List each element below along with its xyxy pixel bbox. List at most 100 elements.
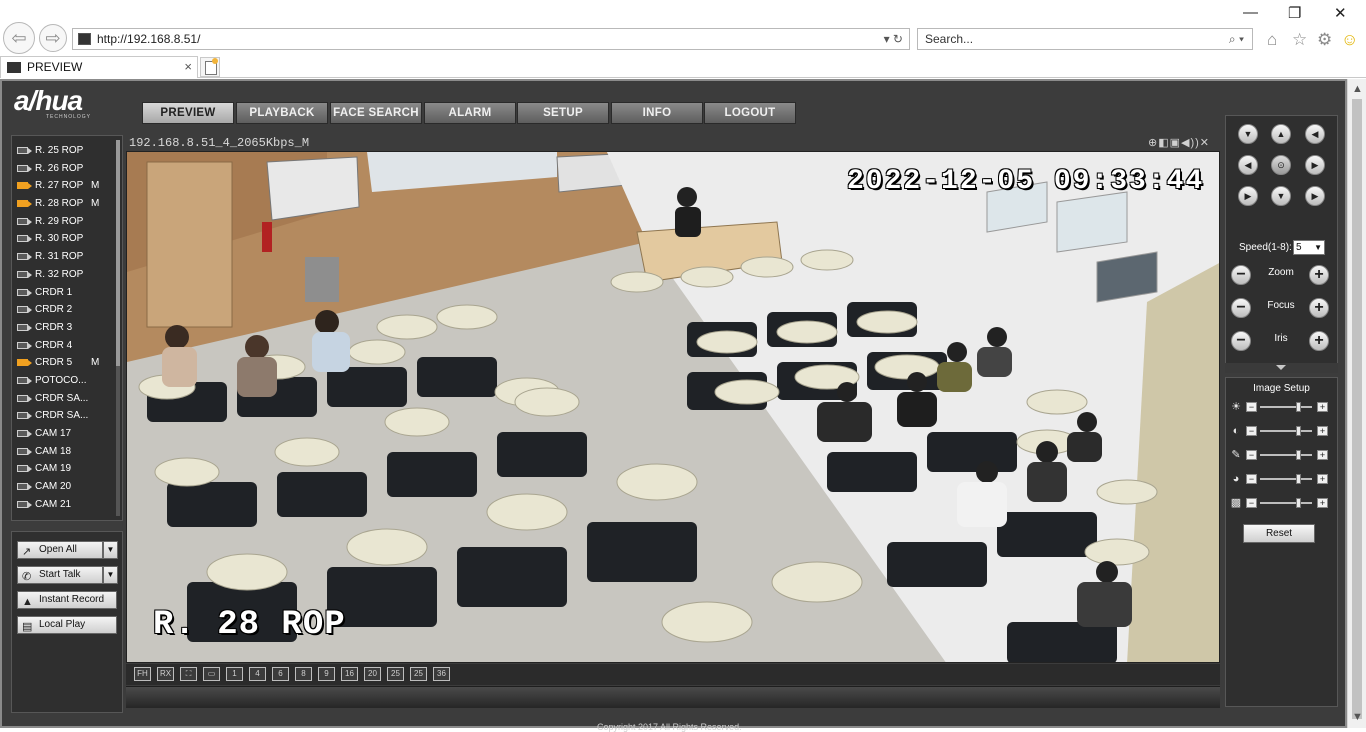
layout-button[interactable]: 6 (272, 667, 289, 681)
channel-item[interactable]: R. 26 ROP (16, 160, 116, 178)
slider-knob[interactable] (1296, 426, 1301, 436)
increase-button[interactable]: + (1317, 474, 1328, 484)
layout-button[interactable]: ⛶ (180, 667, 197, 681)
channel-item[interactable]: CAM 21 (16, 496, 116, 514)
home-icon[interactable]: ⌂ (1267, 30, 1277, 50)
iris-open-button[interactable]: + (1309, 331, 1329, 351)
tab-info[interactable]: INFO (611, 102, 703, 124)
start-talk-dropdown[interactable]: ▼ (103, 566, 118, 584)
ptz-down-right-button[interactable]: ▶ (1305, 186, 1325, 206)
reset-button[interactable]: Reset (1243, 524, 1315, 543)
channel-item[interactable]: CAM 20 (16, 478, 116, 496)
instant-record-button[interactable]: ▲ Instant Record (17, 591, 117, 609)
increase-button[interactable]: + (1317, 450, 1328, 460)
layout-button[interactable]: ▭ (203, 667, 220, 681)
restore-button[interactable]: ❐ (1288, 4, 1301, 22)
layout-button[interactable]: 36 (433, 667, 450, 681)
channel-item[interactable]: CAM 18 (16, 443, 116, 461)
tab-playback[interactable]: PLAYBACK (236, 102, 328, 124)
channel-item[interactable]: R. 29 ROP (16, 213, 116, 231)
slider-knob[interactable] (1296, 402, 1301, 412)
ptz-right-button[interactable]: ▶ (1305, 155, 1325, 175)
layout-button[interactable]: 8 (295, 667, 312, 681)
speed-select[interactable]: 5 ▼ (1293, 240, 1325, 255)
layout-button[interactable]: 16 (341, 667, 358, 681)
page-scrollbar[interactable]: ▲ ▼ (1347, 79, 1366, 728)
video-window[interactable]: 2022-12-05 09:33:44 R. 28 ROP (126, 151, 1220, 663)
new-tab-button[interactable] (200, 57, 220, 77)
open-all-dropdown[interactable]: ▼ (103, 541, 118, 559)
layout-button[interactable]: 4 (249, 667, 266, 681)
tab-close-icon[interactable]: × (184, 57, 192, 77)
ptz-down-left-button[interactable]: ▶ (1238, 186, 1258, 206)
channel-item[interactable]: CAM 19 (16, 460, 116, 478)
ptz-collapse-toggle[interactable] (1225, 363, 1338, 373)
slider-knob[interactable] (1296, 450, 1301, 460)
scroll-down-icon[interactable]: ▼ (1352, 711, 1363, 723)
channel-item[interactable]: CAM 17 (16, 425, 116, 443)
ptz-up-button[interactable]: ▲ (1271, 124, 1291, 144)
layout-button[interactable]: 20 (364, 667, 381, 681)
settings-icon[interactable]: ⚙ (1317, 30, 1332, 50)
increase-button[interactable]: + (1317, 426, 1328, 436)
decrease-button[interactable]: − (1246, 474, 1257, 484)
refresh-icon[interactable]: ▾ ↻ (884, 29, 903, 49)
channel-item[interactable]: CRDR 1 (16, 284, 116, 302)
back-button[interactable]: ⇦ (3, 22, 35, 54)
tab-preview[interactable]: PREVIEW × (0, 56, 198, 78)
channel-item[interactable]: R. 31 ROP (16, 248, 116, 266)
layout-button[interactable]: 9 (318, 667, 335, 681)
open-all-button[interactable]: ↗ Open All ▼ (17, 541, 118, 559)
layout-button[interactable]: 25 (410, 667, 427, 681)
channel-scrollbar[interactable] (116, 140, 120, 516)
focus-far-button[interactable]: + (1309, 298, 1329, 318)
channel-scroll-thumb[interactable] (116, 140, 120, 366)
channel-item[interactable]: R. 25 ROP (16, 142, 116, 160)
channel-item[interactable]: CRDR SA... (16, 407, 116, 425)
ptz-down-button[interactable]: ▼ (1271, 186, 1291, 206)
layout-button[interactable]: 1 (226, 667, 243, 681)
local-play-button[interactable]: ▤ Local Play (17, 616, 117, 634)
channel-item[interactable]: CRDR 3 (16, 319, 116, 337)
adjust-slider[interactable] (1260, 498, 1312, 508)
forward-button[interactable]: ⇨ (39, 24, 67, 52)
layout-button[interactable]: RX (157, 667, 174, 681)
channel-item[interactable]: R. 27 ROP M (16, 177, 116, 195)
tab-alarm[interactable]: ALARM (424, 102, 516, 124)
decrease-button[interactable]: − (1246, 426, 1257, 436)
channel-item[interactable]: R. 28 ROP M (16, 195, 116, 213)
channel-item[interactable]: R. 32 ROP (16, 266, 116, 284)
minimize-button[interactable]: — (1243, 4, 1258, 21)
slider-knob[interactable] (1296, 498, 1301, 508)
zoom-out-button[interactable]: − (1231, 265, 1251, 285)
address-bar[interactable]: http://192.168.8.51/ ▾ ↻ (72, 28, 910, 50)
decrease-button[interactable]: − (1246, 498, 1257, 508)
iris-close-button[interactable]: − (1231, 331, 1251, 351)
tab-logout[interactable]: LOGOUT (704, 102, 796, 124)
channel-item[interactable]: CRDR SA... (16, 390, 116, 408)
favorites-icon[interactable]: ☆ (1292, 30, 1307, 50)
decrease-button[interactable]: − (1246, 402, 1257, 412)
focus-near-button[interactable]: − (1231, 298, 1251, 318)
tab-preview-nav[interactable]: PREVIEW (142, 102, 234, 124)
zoom-in-button[interactable]: + (1309, 265, 1329, 285)
search-input[interactable]: Search... ⌕ ▾ (917, 28, 1253, 50)
scroll-up-icon[interactable]: ▲ (1352, 83, 1363, 95)
tab-face-search[interactable]: FACE SEARCH (330, 102, 422, 124)
video-window-tools[interactable]: ⊕◧▣◀))✕ (1148, 136, 1210, 149)
adjust-slider[interactable] (1260, 474, 1312, 484)
adjust-slider[interactable] (1260, 402, 1312, 412)
layout-button[interactable]: FH (134, 667, 151, 681)
channel-item[interactable]: POTOCO... (16, 372, 116, 390)
channel-item[interactable]: CRDR 4 (16, 337, 116, 355)
increase-button[interactable]: + (1317, 402, 1328, 412)
ptz-left-button[interactable]: ◀ (1238, 155, 1258, 175)
channel-item[interactable]: CRDR 2 (16, 301, 116, 319)
ptz-center-button[interactable]: ⊙ (1271, 155, 1291, 175)
page-scroll-thumb[interactable] (1352, 99, 1362, 719)
increase-button[interactable]: + (1317, 498, 1328, 508)
decrease-button[interactable]: − (1246, 450, 1257, 460)
slider-knob[interactable] (1296, 474, 1301, 484)
search-icon[interactable]: ⌕ ▾ (1229, 29, 1244, 49)
adjust-slider[interactable] (1260, 450, 1312, 460)
